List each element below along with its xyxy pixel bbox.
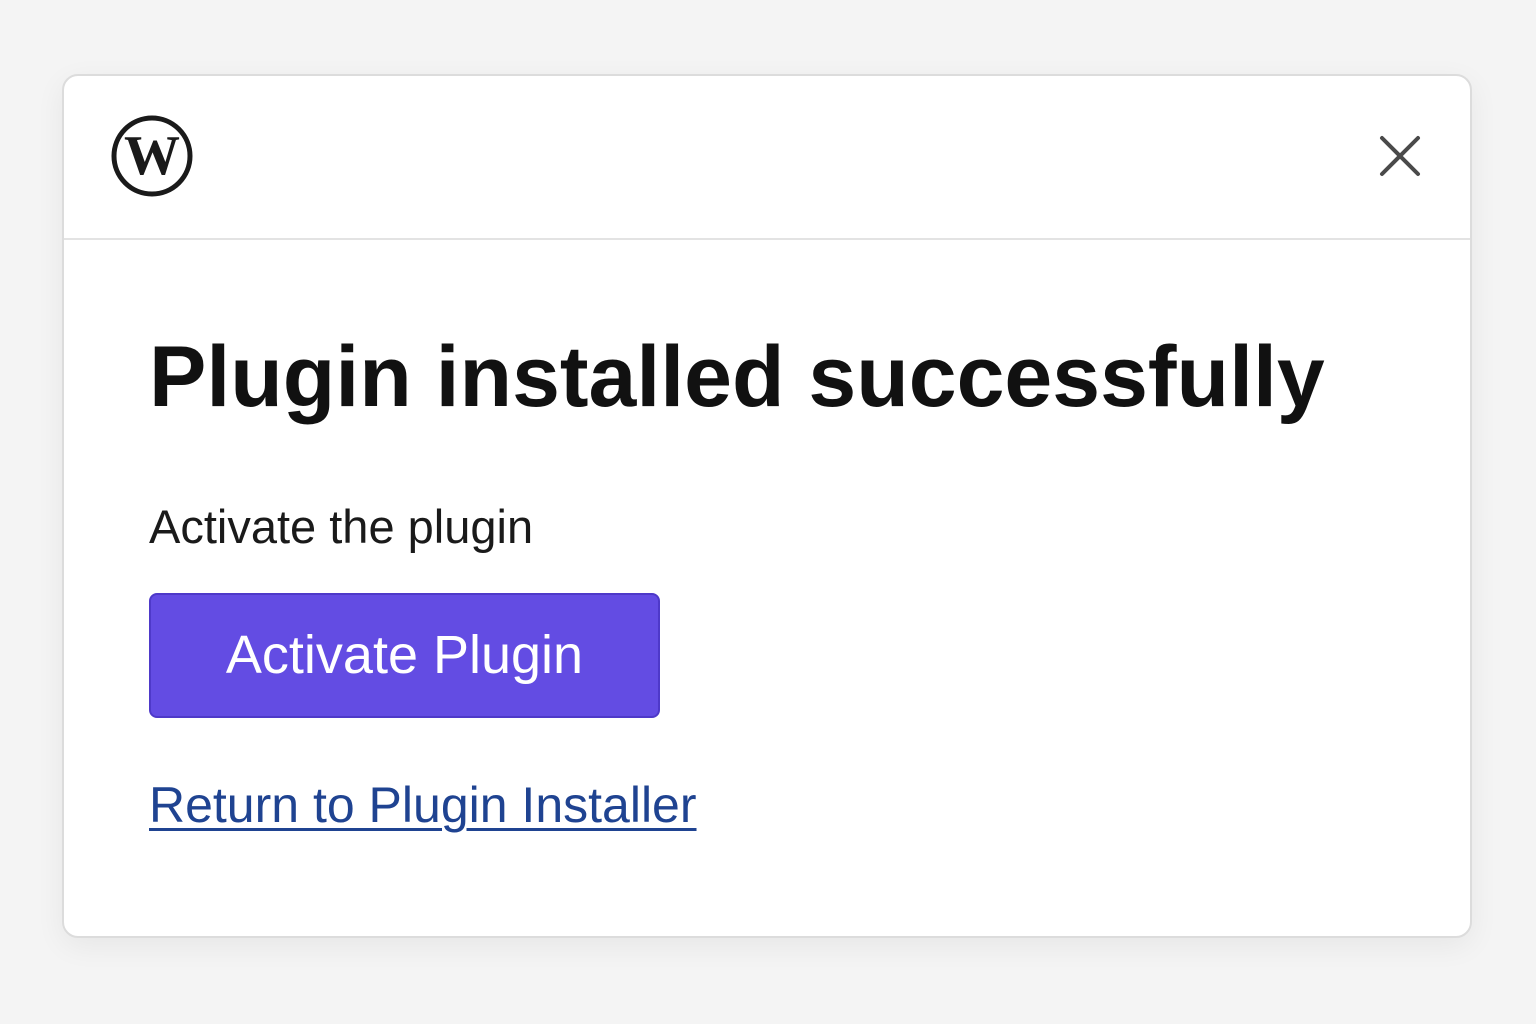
wordpress-logo-icon: W [111, 115, 193, 197]
svg-text:W: W [124, 125, 180, 187]
plugin-installed-dialog: W Plugin installed successfully Activate… [62, 74, 1472, 938]
close-icon[interactable] [1376, 132, 1424, 180]
page-title: Plugin installed successfully [149, 329, 1325, 425]
activate-plugin-button[interactable]: Activate Plugin [149, 592, 660, 718]
dialog-body: Plugin installed successfully Activate t… [64, 240, 1470, 834]
dialog-header: W [64, 76, 1470, 240]
activate-instructions: Activate the plugin [149, 499, 534, 553]
return-to-installer-link[interactable]: Return to Plugin Installer [149, 776, 697, 834]
